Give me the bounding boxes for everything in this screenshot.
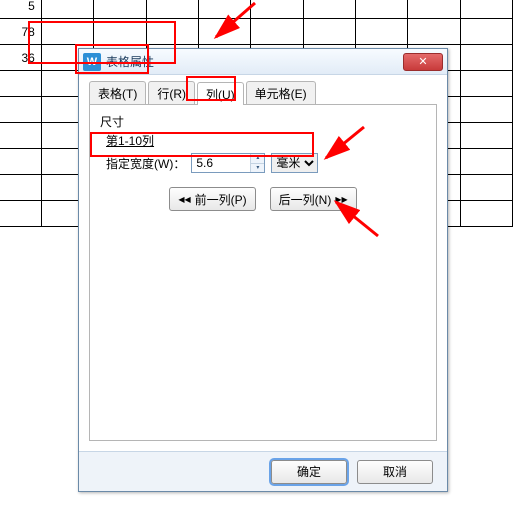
- tab-column[interactable]: 列(U): [197, 82, 244, 105]
- close-button[interactable]: ✕: [403, 53, 443, 71]
- table-properties-dialog: W 表格属性 ✕ 表格(T) 行(R) 列(U) 单元格(E) 尺寸 第1-10…: [78, 48, 448, 492]
- cell[interactable]: 5: [0, 0, 41, 19]
- width-input[interactable]: [192, 154, 250, 172]
- cell[interactable]: 78: [0, 19, 41, 45]
- cell[interactable]: 36: [0, 45, 41, 71]
- tab-strip: 表格(T) 行(R) 列(U) 单元格(E): [89, 81, 437, 105]
- tab-cell[interactable]: 单元格(E): [246, 81, 316, 104]
- spin-up-icon[interactable]: ▴: [251, 154, 264, 164]
- dialog-footer: 确定 取消: [79, 451, 447, 491]
- rewind-icon: ◀◀: [178, 195, 190, 204]
- app-icon: W: [83, 53, 101, 71]
- size-group-label: 尺寸: [100, 113, 426, 130]
- prev-label: 前一列(P): [195, 191, 247, 208]
- tab-row[interactable]: 行(R): [148, 81, 195, 104]
- width-spinner: ▴ ▾: [191, 153, 265, 173]
- dialog-title: 表格属性: [106, 53, 403, 70]
- unit-select[interactable]: 毫米: [271, 153, 318, 173]
- forward-icon: ▶▶: [335, 195, 347, 204]
- prev-column-button[interactable]: ◀◀ 前一列(P): [169, 187, 255, 211]
- ok-button[interactable]: 确定: [271, 460, 347, 484]
- tab-content: 尺寸 第1-10列 指定宽度(W)： ▴ ▾ 毫米 ◀◀ 前一列(: [89, 105, 437, 441]
- tab-table[interactable]: 表格(T): [89, 81, 146, 104]
- column-range-label: 第1-10列: [106, 132, 426, 149]
- width-label: 指定宽度(W)：: [106, 155, 185, 172]
- close-icon: ✕: [418, 55, 427, 68]
- spin-down-icon[interactable]: ▾: [251, 164, 264, 173]
- titlebar[interactable]: W 表格属性 ✕: [79, 49, 447, 75]
- cancel-button[interactable]: 取消: [357, 460, 433, 484]
- next-label: 后一列(N): [279, 191, 332, 208]
- next-column-button[interactable]: 后一列(N) ▶▶: [270, 187, 357, 211]
- width-row: 指定宽度(W)： ▴ ▾ 毫米: [106, 153, 426, 173]
